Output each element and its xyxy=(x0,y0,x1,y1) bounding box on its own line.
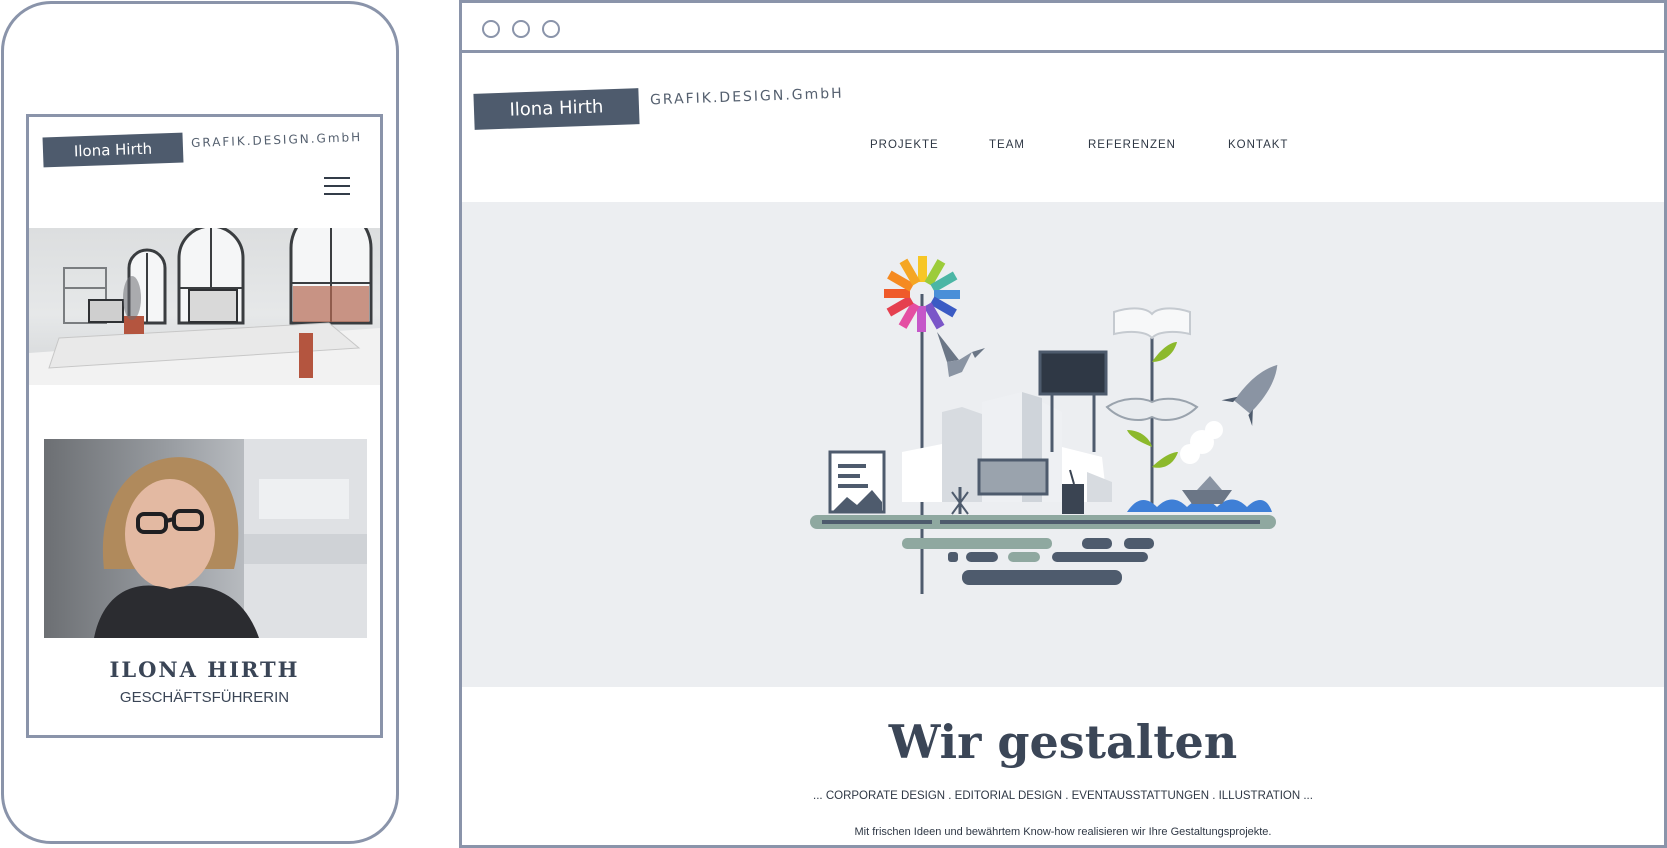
nav-projekte[interactable]: PROJEKTE xyxy=(870,139,939,151)
rocket-smoke xyxy=(1180,421,1223,464)
paper-boat-icon xyxy=(1182,476,1232,504)
hero-illustration xyxy=(810,256,1278,594)
service-tagline: ... CORPORATE DESIGN . EDITORIAL DESIGN … xyxy=(813,790,1313,802)
site-logo[interactable]: Ilona Hirth xyxy=(473,88,640,130)
picture-frame-icon xyxy=(828,450,886,514)
book-plant-icon xyxy=(1105,307,1199,507)
phone-screen: Ilona Hirth GRAFIK.DESIGN.GmbH ILONA HIR… xyxy=(26,114,383,738)
office-photo xyxy=(29,228,380,385)
intro-text: Mit frischen Ideen und bewährtem Know-ho… xyxy=(854,826,1272,838)
window-dot-minimize[interactable] xyxy=(512,20,530,38)
mobile-logo[interactable]: Ilona Hirth xyxy=(42,132,184,168)
window-dot-maximize[interactable] xyxy=(542,20,560,38)
hero-headline: Wir gestalten xyxy=(888,715,1238,769)
nav-kontakt[interactable]: KONTAKT xyxy=(1228,139,1288,151)
phone-frame: Ilona Hirth GRAFIK.DESIGN.GmbH ILONA HIR… xyxy=(1,1,399,844)
hamburger-icon[interactable] xyxy=(324,177,350,195)
island-base xyxy=(810,515,1276,585)
site-logo-subtitle: GRAFIK.DESIGN.GmbH xyxy=(649,85,844,109)
person-name: ILONA HIRTH xyxy=(109,657,300,682)
mobile-logo-subtitle: GRAFIK.DESIGN.GmbH xyxy=(190,130,363,150)
person-role: GESCHÄFTSFÜHRERIN xyxy=(119,689,290,706)
browser-titlebar xyxy=(462,3,1664,53)
nav-referenzen[interactable]: REFERENZEN xyxy=(1088,139,1176,151)
portrait-photo xyxy=(44,439,367,638)
hero-section xyxy=(462,202,1664,687)
browser-window: Ilona Hirth GRAFIK.DESIGN.GmbH PROJEKTE … xyxy=(459,0,1667,848)
window-dot-close[interactable] xyxy=(482,20,500,38)
rocket-icon xyxy=(1221,364,1278,426)
origami-bird-icon xyxy=(937,332,985,377)
nav-team[interactable]: TEAM xyxy=(989,139,1025,151)
